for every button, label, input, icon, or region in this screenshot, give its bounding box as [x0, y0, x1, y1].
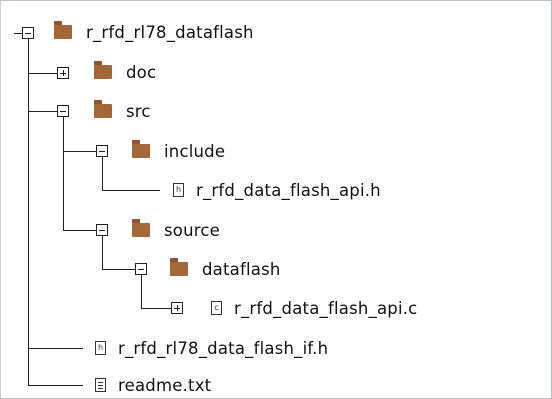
file-tree: r_rfd_rl78_dataflash doc src include h r…: [0, 0, 552, 399]
tree-node-include-file[interactable]: h r_rfd_data_flash_api.h: [173, 177, 381, 203]
tree-line: [28, 111, 57, 112]
tree-line: [28, 385, 83, 386]
tree-node-source[interactable]: source: [132, 217, 220, 243]
tree-node-if-file[interactable]: h r_rfd_rl78_data_flash_if.h: [95, 335, 328, 361]
c-file-icon: c: [211, 301, 222, 315]
tree-node-dataflash[interactable]: dataflash: [170, 256, 281, 282]
tree-node-label: src: [126, 101, 151, 121]
tree-node-include[interactable]: include: [132, 138, 225, 164]
tree-node-label: r_rfd_data_flash_api.h: [196, 180, 381, 200]
folder-icon: [132, 140, 150, 158]
tree-node-label: readme.txt: [118, 375, 212, 395]
tree-node-label: source: [164, 220, 220, 240]
tree-line: [141, 308, 171, 309]
tree-node-label: doc: [126, 62, 157, 82]
collapse-toggle-source[interactable]: [96, 224, 108, 236]
folder-icon: [54, 21, 72, 39]
tree-line: [28, 38, 29, 385]
expand-toggle-dataflash-file[interactable]: [171, 302, 183, 314]
tree-node-label: dataflash: [202, 259, 281, 279]
folder-icon: [132, 219, 150, 237]
tree-line: [102, 235, 103, 269]
tree-line: [28, 348, 83, 349]
folder-icon: [94, 100, 112, 118]
tree-node-label: include: [164, 141, 226, 161]
tree-line: [63, 151, 96, 152]
tree-node-root[interactable]: r_rfd_rl78_dataflash: [54, 19, 254, 45]
folder-icon: [170, 258, 188, 276]
header-file-icon: h: [173, 183, 184, 197]
tree-line: [102, 190, 160, 191]
tree-line: [14, 33, 22, 34]
tree-node-label: r_rfd_rl78_data_flash_if.h: [118, 338, 329, 358]
tree-line: [102, 156, 103, 190]
tree-line: [102, 269, 135, 270]
tree-line: [141, 275, 142, 308]
tree-node-dataflash-file[interactable]: c r_rfd_data_flash_api.c: [211, 295, 417, 321]
tree-line: [63, 230, 96, 231]
collapse-toggle-src[interactable]: [57, 105, 69, 117]
text-file-icon: [95, 378, 106, 392]
tree-node-readme[interactable]: readme.txt: [95, 372, 211, 398]
folder-icon: [94, 61, 112, 79]
expand-toggle-doc[interactable]: [57, 67, 69, 79]
tree-line: [63, 117, 64, 230]
tree-node-doc[interactable]: doc: [94, 59, 156, 85]
collapse-toggle-dataflash[interactable]: [135, 263, 147, 275]
collapse-toggle-root[interactable]: [22, 27, 34, 39]
tree-node-src[interactable]: src: [94, 98, 151, 124]
header-file-icon: h: [95, 341, 106, 355]
tree-node-label: r_rfd_data_flash_api.c: [234, 298, 418, 318]
tree-node-label: r_rfd_rl78_dataflash: [86, 22, 254, 42]
collapse-toggle-include[interactable]: [96, 145, 108, 157]
tree-line: [28, 73, 57, 74]
